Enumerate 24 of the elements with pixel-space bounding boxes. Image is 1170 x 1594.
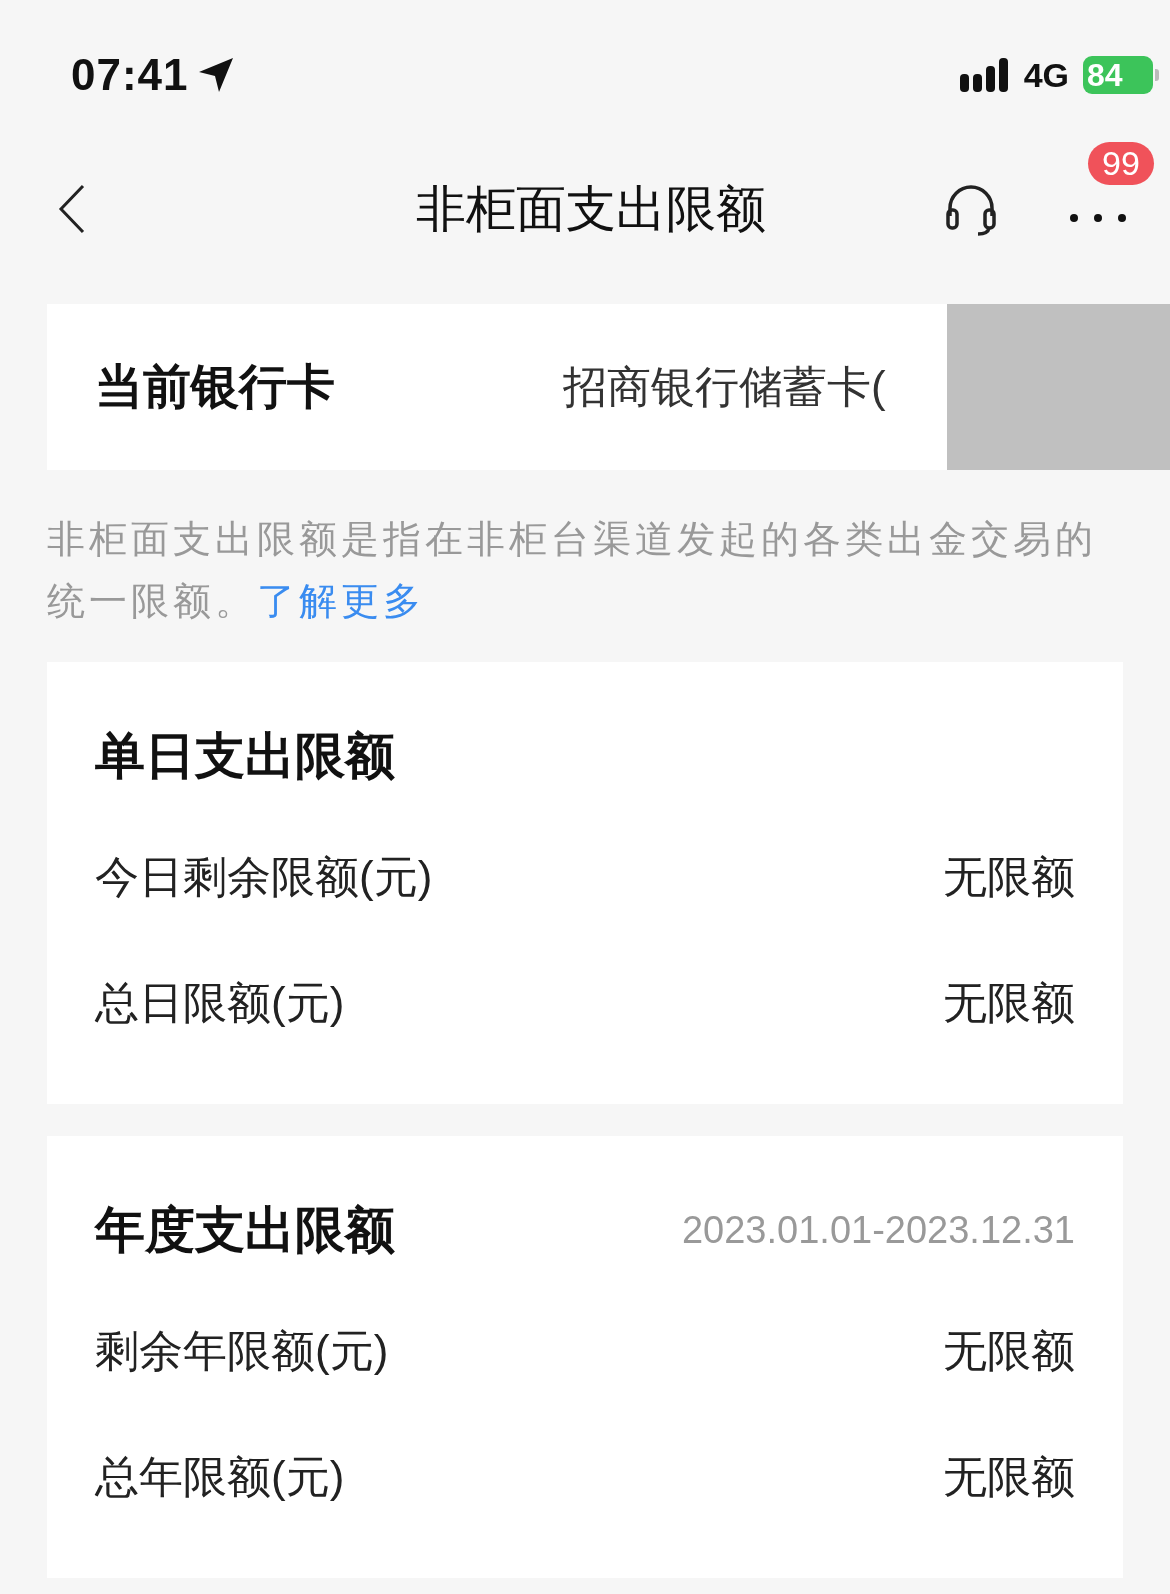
limit-label: 今日剩余限额(元) [95, 850, 433, 903]
headset-icon[interactable] [944, 182, 998, 236]
limit-label: 总日限额(元) [95, 976, 345, 1029]
signal-icon [959, 58, 1010, 92]
section-title: 单日支出限额 [95, 726, 395, 786]
page-title: 非柜面支出限额 [415, 179, 766, 239]
limit-label: 剩余年限额(元) [95, 1324, 389, 1377]
notification-badge: 99 [1088, 142, 1154, 185]
clock-time: 07:41 [71, 50, 189, 100]
limit-label: 总年限额(元) [95, 1450, 345, 1503]
back-icon[interactable] [57, 184, 87, 234]
network-label: 4G [1023, 55, 1069, 95]
limit-value: 无限额 [943, 850, 1075, 903]
bank-card-name: 招商银行储蓄卡( [563, 360, 886, 413]
learn-more-link[interactable]: 了解更多 [257, 580, 425, 622]
description-text: 非柜面支出限额是指在非柜台渠道发起的各类出金交易的统一限额。了解更多 [47, 517, 1098, 624]
battery-level: 84 [1087, 56, 1123, 94]
more-icon[interactable] [1068, 212, 1128, 224]
bank-card-label: 当前银行卡 [95, 359, 335, 415]
limit-value: 无限额 [943, 1324, 1075, 1377]
limit-value: 无限额 [943, 976, 1075, 1029]
section-title: 年度支出限额 [95, 1200, 395, 1260]
date-range: 2023.01.01-2023.12.31 [681, 1208, 1075, 1252]
limit-value: 无限额 [943, 1450, 1075, 1503]
